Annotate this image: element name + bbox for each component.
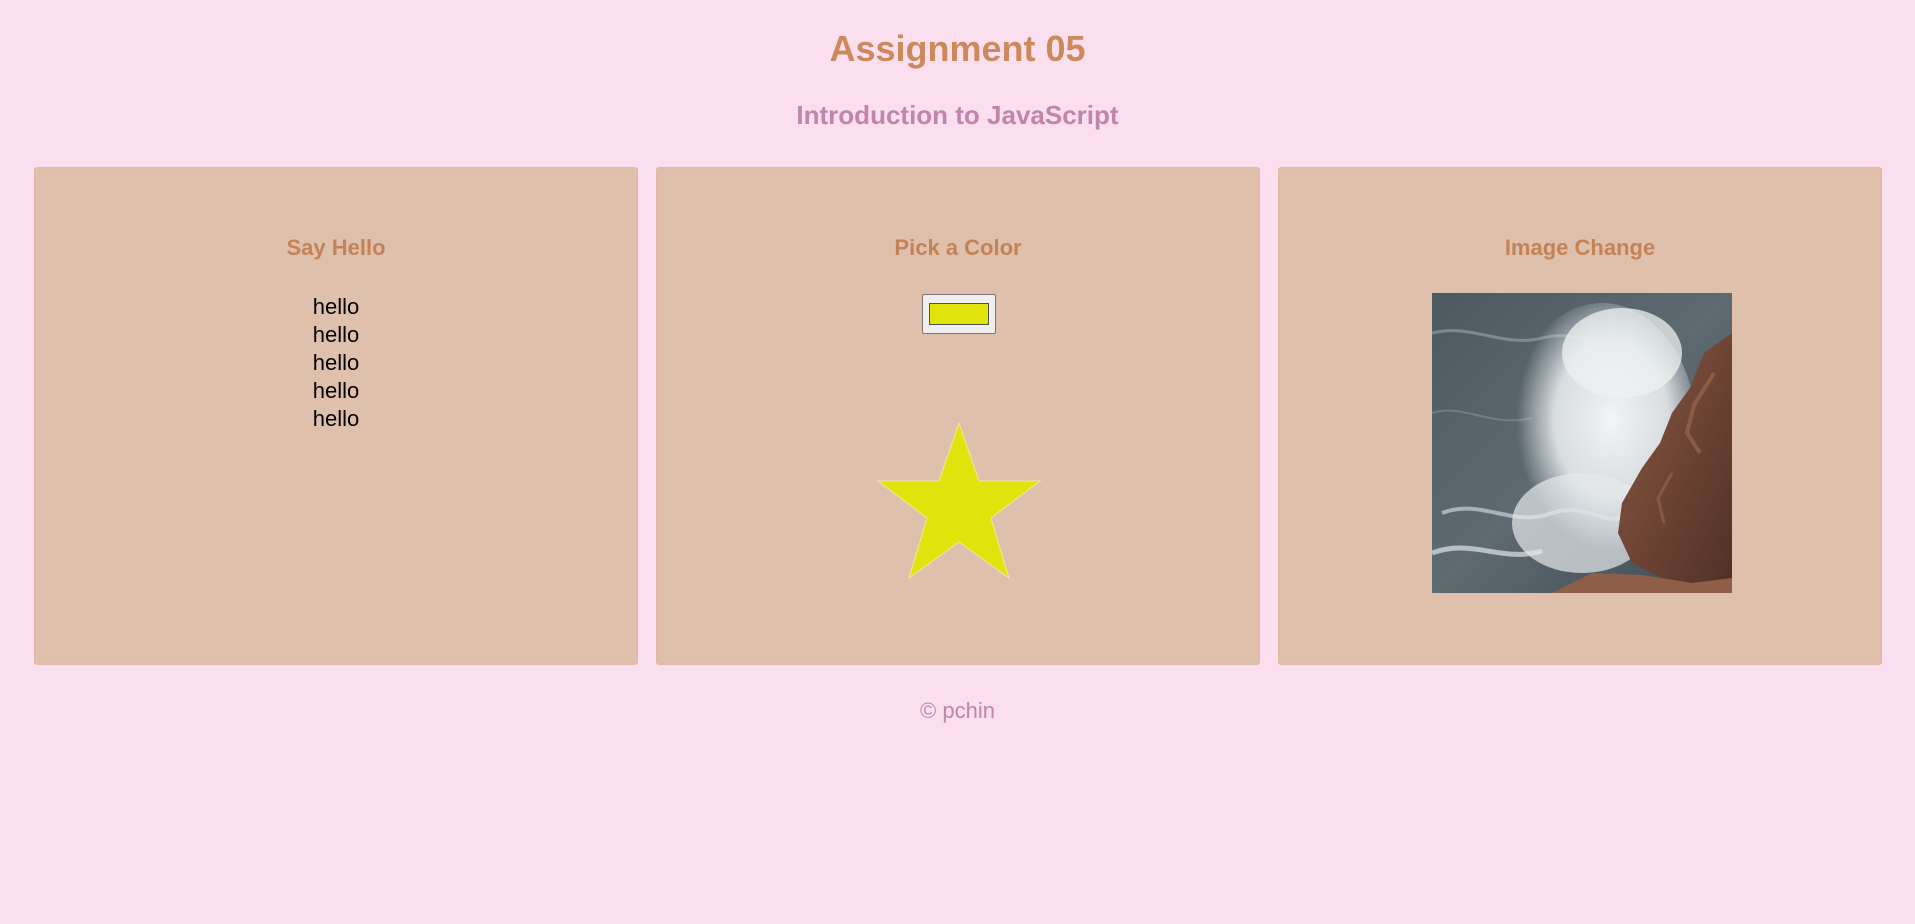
pick-color-panel: Pick a Color — [656, 167, 1260, 665]
hello-item: hello — [312, 322, 360, 347]
color-swatch — [929, 303, 989, 325]
pick-color-heading: Pick a Color — [894, 235, 1022, 260]
page-subtitle: Introduction to JavaScript — [796, 100, 1119, 130]
say-hello-heading: Say Hello — [286, 235, 386, 260]
footer-copyright: © pchin — [920, 698, 995, 723]
page-title: Assignment 05 — [829, 28, 1086, 69]
hello-item: hello — [312, 378, 360, 403]
hello-item: hello — [312, 294, 360, 319]
hello-list: hello hello hello hello hello — [36, 293, 636, 433]
image-change-heading: Image Change — [1504, 235, 1656, 260]
say-hello-panel: Say Hello hello hello hello hello hello — [34, 167, 638, 665]
hello-item: hello — [312, 406, 360, 431]
image-change-panel: Image Change — [1278, 167, 1882, 665]
ocean-waves-image[interactable] — [1432, 293, 1732, 593]
hello-item: hello — [312, 350, 360, 375]
star-icon — [874, 423, 1044, 585]
color-picker-input[interactable] — [922, 294, 996, 334]
